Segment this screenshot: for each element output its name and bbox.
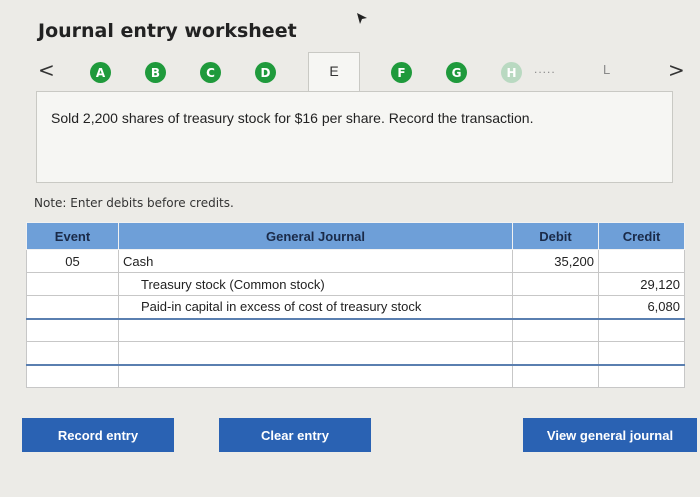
- credit-cell[interactable]: 29,120: [598, 272, 685, 296]
- table-row: [26, 341, 685, 366]
- tab-ellipsis: .....: [534, 62, 556, 76]
- event-cell[interactable]: [26, 272, 119, 296]
- debit-cell[interactable]: [512, 341, 599, 366]
- account-cell[interactable]: [118, 318, 513, 342]
- header-debit: Debit: [512, 222, 599, 250]
- table-row: [26, 364, 685, 388]
- account-cell[interactable]: Treasury stock (Common stock): [118, 272, 513, 296]
- mouse-cursor-icon: [357, 13, 367, 24]
- tab-b[interactable]: B: [145, 62, 166, 83]
- table-row: [26, 318, 685, 342]
- tab-g[interactable]: G: [446, 62, 467, 83]
- page-title: Journal entry worksheet: [38, 20, 297, 42]
- header-credit: Credit: [598, 222, 685, 250]
- tab-f[interactable]: F: [391, 62, 412, 83]
- question-text: Sold 2,200 shares of treasury stock for …: [51, 110, 534, 126]
- journal-table: Event General Journal Debit Credit 05 Ca…: [26, 222, 685, 388]
- table-row: 05 Cash 35,200: [26, 249, 685, 273]
- debit-cell[interactable]: [512, 364, 599, 388]
- record-entry-button[interactable]: Record entry: [22, 418, 174, 452]
- account-cell[interactable]: Cash: [118, 249, 513, 273]
- table-row: Treasury stock (Common stock) 29,120: [26, 272, 685, 296]
- header-general-journal: General Journal: [118, 222, 513, 250]
- account-cell[interactable]: [118, 341, 513, 366]
- clear-entry-button[interactable]: Clear entry: [219, 418, 371, 452]
- account-cell[interactable]: [118, 364, 513, 388]
- credit-cell[interactable]: [598, 249, 685, 273]
- question-panel: Sold 2,200 shares of treasury stock for …: [36, 91, 673, 183]
- event-cell[interactable]: [26, 295, 119, 320]
- prev-arrow-button[interactable]: <: [38, 58, 55, 82]
- tab-a[interactable]: A: [90, 62, 111, 83]
- credit-cell[interactable]: [598, 364, 685, 388]
- note-text: Note: Enter debits before credits.: [34, 196, 234, 210]
- tab-e[interactable]: E: [308, 52, 360, 92]
- table-row: Paid-in capital in excess of cost of tre…: [26, 295, 685, 320]
- credit-cell[interactable]: 6,080: [598, 295, 685, 320]
- event-cell[interactable]: [26, 341, 119, 366]
- tab-h[interactable]: H: [501, 62, 522, 83]
- account-cell[interactable]: Paid-in capital in excess of cost of tre…: [118, 295, 513, 320]
- debit-cell[interactable]: [512, 295, 599, 320]
- next-arrow-button[interactable]: >: [668, 58, 685, 82]
- debit-cell[interactable]: [512, 318, 599, 342]
- credit-cell[interactable]: [598, 318, 685, 342]
- event-cell[interactable]: 05: [26, 249, 119, 273]
- tab-c[interactable]: C: [200, 62, 221, 83]
- event-cell[interactable]: [26, 364, 119, 388]
- tab-l[interactable]: L: [603, 62, 610, 77]
- credit-cell[interactable]: [598, 341, 685, 366]
- debit-cell[interactable]: [512, 272, 599, 296]
- event-cell[interactable]: [26, 318, 119, 342]
- view-general-journal-button[interactable]: View general journal: [523, 418, 697, 452]
- debit-cell[interactable]: 35,200: [512, 249, 599, 273]
- header-event: Event: [26, 222, 119, 250]
- tab-d[interactable]: D: [255, 62, 276, 83]
